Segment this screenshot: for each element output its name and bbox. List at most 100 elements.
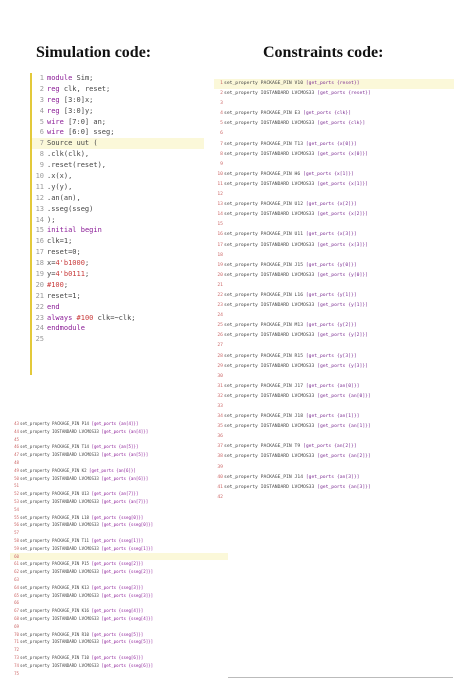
code-line[interactable]: 72 [10,646,228,654]
code-line[interactable]: 12 [214,190,454,200]
code-line[interactable]: 7 Source uut ( [32,138,204,150]
code-line[interactable]: 16set_property PACKAGE_PIN U11 [get_port… [214,230,454,240]
code-line[interactable]: 39 [214,463,454,473]
code-line[interactable]: 24 [214,311,454,321]
code-line[interactable]: 37set_property PACKAGE_PIN T9 [get_ports… [214,442,454,452]
code-line[interactable]: 20set_property IOSTANDARD LVCMOS33 [get_… [214,271,454,281]
code-line[interactable]: 63 [10,576,228,584]
code-line[interactable]: 17set_property IOSTANDARD LVCMOS33 [get_… [214,241,454,251]
code-line[interactable]: 68set_property IOSTANDARD LVCMOS33 [get_… [10,615,228,623]
code-line[interactable]: 38set_property IOSTANDARD LVCMOS33 [get_… [214,452,454,462]
code-line[interactable]: 40set_property PACKAGE_PIN J14 [get_port… [214,473,454,483]
code-line[interactable]: 5 wire [7:0] an; [32,117,204,128]
code-line[interactable]: 2 reg clk, reset; [32,84,204,95]
code-line[interactable]: 73set_property PACKAGE_PIN T10 [get_port… [10,654,228,662]
code-line[interactable]: 24 endmodule [32,323,204,334]
constraints-code-editor[interactable]: 1set_property PACKAGE_PIN V10 [get_ports… [214,79,454,500]
code-line[interactable]: 23set_property IOSTANDARD LVCMOS33 [get_… [214,301,454,311]
code-line[interactable]: 64set_property PACKAGE_PIN K13 [get_port… [10,584,228,592]
code-line[interactable]: 3 reg [3:0]x; [32,95,204,106]
code-line[interactable]: 75 [10,670,228,678]
code-line[interactable]: 34set_property PACKAGE_PIN J18 [get_port… [214,412,454,422]
code-line[interactable]: 9 .reset(reset), [32,160,204,171]
code-line[interactable]: 57 [10,529,228,537]
code-line[interactable]: 13set_property PACKAGE_PIN U12 [get_port… [214,200,454,210]
code-line[interactable]: 71set_property IOSTANDARD LVCMOS33 [get_… [10,638,228,646]
code-line[interactable]: 44set_property IOSTANDARD LVCMOS33 [get_… [10,428,228,436]
code-line[interactable]: 62set_property IOSTANDARD LVCMOS33 [get_… [10,568,228,576]
code-line[interactable]: 59set_property IOSTANDARD LVCMOS33 [get_… [10,545,228,553]
code-line[interactable]: 12 .an(an), [32,193,204,204]
code-line[interactable]: 1set_property PACKAGE_PIN V10 [get_ports… [214,79,454,90]
code-line[interactable]: 18 [214,251,454,261]
code-line[interactable]: 65set_property IOSTANDARD LVCMOS33 [get_… [10,592,228,600]
code-line[interactable]: 25set_property PACKAGE_PIN M13 [get_port… [214,321,454,331]
code-line[interactable]: 17 reset=0; [32,247,204,258]
code-line[interactable]: 32set_property IOSTANDARD LVCMOS33 [get_… [214,392,454,402]
code-line[interactable]: 66 [10,599,228,607]
code-line[interactable]: 30 [214,372,454,382]
code-line[interactable]: 47set_property IOSTANDARD LVCMOS33 [get_… [10,451,228,459]
code-line[interactable]: 25 [32,334,204,345]
code-line[interactable]: 22set_property PACKAGE_PIN L16 [get_port… [214,291,454,301]
code-line[interactable]: 27 [214,341,454,351]
code-line[interactable]: 3 [214,99,454,109]
code-line[interactable]: 69 [10,623,228,631]
constraints-code-editor-continued[interactable]: 43set_property PACKAGE_PIN P14 [get_port… [10,420,228,700]
code-line[interactable]: 55set_property PACKAGE_PIN L18 [get_port… [10,514,228,522]
code-line[interactable]: 21 reset=1; [32,291,204,302]
code-line[interactable]: 15 [214,220,454,230]
code-line[interactable]: 14); [32,215,204,226]
code-line[interactable]: 50set_property IOSTANDARD LVCMOS33 [get_… [10,475,228,483]
code-line[interactable]: 21 [214,281,454,291]
code-line[interactable]: 41set_property IOSTANDARD LVCMOS33 [get_… [214,483,454,493]
code-line[interactable]: 42 [214,493,454,503]
code-line[interactable]: 18 x=4'b1000; [32,258,204,269]
code-line[interactable]: 70set_property PACKAGE_PIN R10 [get_port… [10,631,228,639]
code-line[interactable]: 19 y=4'b0111; [32,269,204,280]
code-line[interactable]: 2set_property IOSTANDARD LVCMOS33 [get_p… [214,89,454,99]
code-line[interactable]: 67set_property PACKAGE_PIN K16 [get_port… [10,607,228,615]
code-line[interactable]: 16 clk=1; [32,236,204,247]
code-line[interactable]: 6 [214,129,454,139]
code-line[interactable]: 19set_property PACKAGE_PIN J15 [get_port… [214,261,454,271]
code-line[interactable]: 36 [214,432,454,442]
code-line[interactable]: 58set_property PACKAGE_PIN T11 [get_port… [10,537,228,545]
code-line[interactable]: 52set_property PACKAGE_PIN U13 [get_port… [10,490,228,498]
simulation-code-editor[interactable]: 1 module Sim; 2 reg clk, reset; 3 reg [3:0]x;… [30,73,204,375]
code-line[interactable]: 45 [10,436,228,444]
code-line[interactable]: 74set_property IOSTANDARD LVCMOS33 [get_… [10,662,228,670]
code-line[interactable]: 60 [10,552,228,561]
code-line[interactable]: 31set_property PACKAGE_PIN J17 [get_port… [214,382,454,392]
code-line[interactable]: 5set_property IOSTANDARD LVCMOS33 [get_p… [214,119,454,129]
code-line[interactable]: 56set_property IOSTANDARD LVCMOS33 [get_… [10,521,228,529]
code-line[interactable]: 4 reg [3:0]y; [32,106,204,117]
code-line[interactable]: 13 .sseg(sseg) [32,204,204,215]
code-line[interactable]: 9 [214,160,454,170]
code-line[interactable]: 22 end [32,302,204,313]
code-line[interactable]: 10 .x(x), [32,171,204,182]
code-line[interactable]: 11set_property IOSTANDARD LVCMOS33 [get_… [214,180,454,190]
code-line[interactable]: 8 .clk(clk), [32,149,204,160]
code-line[interactable]: 1 module Sim; [32,73,204,84]
code-line[interactable]: 4set_property PACKAGE_PIN E3 [get_ports … [214,109,454,119]
code-line[interactable]: 43set_property PACKAGE_PIN P14 [get_port… [10,420,228,428]
code-line[interactable]: 49set_property PACKAGE_PIN K2 [get_ports… [10,467,228,475]
code-line[interactable]: 23 always #100 clk=~clk; [32,313,204,324]
code-line[interactable]: 11 .y(y), [32,182,204,193]
code-line[interactable]: 61set_property PACKAGE_PIN P15 [get_port… [10,560,228,568]
code-line[interactable]: 10set_property PACKAGE_PIN H6 [get_ports… [214,170,454,180]
code-line[interactable]: 54 [10,506,228,514]
code-line[interactable]: 7set_property PACKAGE_PIN T13 [get_ports… [214,140,454,150]
code-line[interactable]: 20 #100; [32,280,204,291]
code-line[interactable]: 8set_property IOSTANDARD LVCMOS33 [get_p… [214,150,454,160]
code-line[interactable]: 33 [214,402,454,412]
code-line[interactable]: 6 wire [6:0] sseg; [32,127,204,138]
code-line[interactable]: 14set_property IOSTANDARD LVCMOS33 [get_… [214,210,454,220]
code-line[interactable]: 15 initial begin [32,225,204,236]
code-line[interactable]: 51 [10,482,228,490]
code-line[interactable]: 29set_property IOSTANDARD LVCMOS33 [get_… [214,362,454,372]
code-line[interactable]: 53set_property IOSTANDARD LVCMOS33 [get_… [10,498,228,506]
code-line[interactable]: 46set_property PACKAGE_PIN T14 [get_port… [10,443,228,451]
code-line[interactable]: 48 [10,459,228,467]
